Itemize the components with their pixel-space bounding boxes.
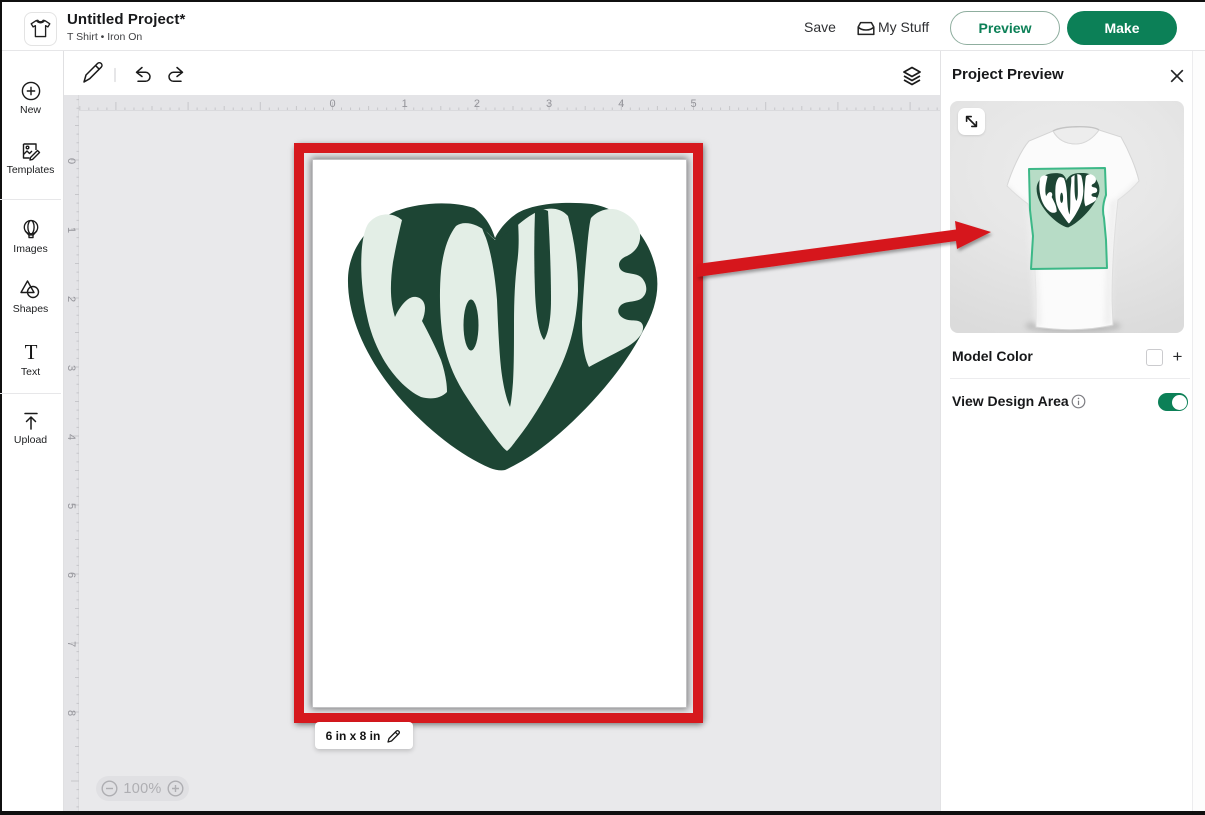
svg-text:4: 4 <box>618 98 624 110</box>
svg-text:6: 6 <box>65 572 77 578</box>
svg-text:0: 0 <box>329 98 335 110</box>
svg-text:5: 5 <box>690 98 696 110</box>
svg-text:3: 3 <box>546 98 552 110</box>
svg-text:3: 3 <box>65 365 77 371</box>
svg-text:5: 5 <box>65 503 77 509</box>
svg-text:7: 7 <box>65 641 77 647</box>
svg-text:2: 2 <box>474 98 480 110</box>
svg-text:2: 2 <box>65 296 77 302</box>
svg-text:8: 8 <box>65 710 77 716</box>
svg-text:4: 4 <box>65 434 77 440</box>
svg-text:1: 1 <box>402 98 408 110</box>
svg-text:1: 1 <box>65 227 77 233</box>
svg-text:0: 0 <box>65 158 77 164</box>
svg-text:T: T <box>24 341 37 364</box>
